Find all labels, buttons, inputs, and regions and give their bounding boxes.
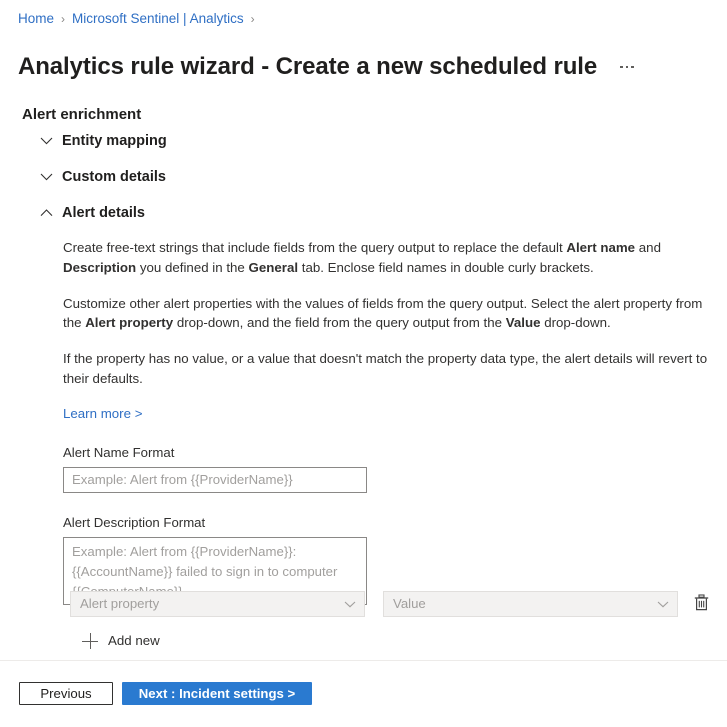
para2-part2: drop-down, and the field from the query … — [173, 315, 506, 330]
breadcrumb-separator-icon: › — [61, 10, 65, 28]
alert-property-row: Alert property Value — [70, 591, 712, 617]
value-dropdown-value: Value — [393, 594, 426, 614]
chevron-down-icon — [36, 167, 56, 187]
add-new-button[interactable]: Add new — [78, 629, 164, 653]
alert-enrichment-accordion: Entity mapping Custom details Alert deta… — [36, 128, 716, 236]
para1-part2: and — [635, 240, 661, 255]
delete-row-button[interactable] — [690, 592, 712, 616]
footer-divider — [0, 660, 727, 661]
ellipsis-dot — [626, 66, 629, 69]
previous-button[interactable]: Previous — [19, 682, 113, 705]
value-dropdown[interactable]: Value — [383, 591, 678, 617]
ellipsis-dot — [631, 66, 634, 69]
chevron-down-icon — [36, 131, 56, 151]
alert-name-format-input[interactable] — [63, 467, 367, 493]
breadcrumb-item-home[interactable]: Home — [18, 10, 54, 28]
para1-part3: you defined in the — [136, 260, 248, 275]
description-paragraph-2: Customize other alert properties with th… — [63, 294, 718, 333]
breadcrumb-item-sentinel-analytics[interactable]: Microsoft Sentinel | Analytics — [72, 10, 244, 28]
accordion-header-alert-details[interactable]: Alert details — [36, 200, 716, 226]
alert-description-format-label: Alert Description Format — [63, 514, 718, 532]
para2-bold-alert-property: Alert property — [85, 315, 173, 330]
alert-name-format-label: Alert Name Format — [63, 444, 718, 462]
alert-property-dropdown-value: Alert property — [80, 594, 159, 614]
accordion-label: Custom details — [62, 167, 166, 187]
para1-bold-description: Description — [63, 260, 136, 275]
para2-part3: drop-down. — [541, 315, 611, 330]
para1-part1: Create free-text strings that include fi… — [63, 240, 566, 255]
learn-more-link[interactable]: Learn more > — [63, 405, 142, 423]
para2-bold-value: Value — [506, 315, 541, 330]
next-incident-settings-button[interactable]: Next : Incident settings > — [122, 682, 312, 705]
alert-property-dropdown[interactable]: Alert property — [70, 591, 365, 617]
para1-bold-general: General — [249, 260, 299, 275]
breadcrumb-separator-icon: › — [251, 10, 255, 28]
description-paragraph-1: Create free-text strings that include fi… — [63, 238, 718, 277]
chevron-down-icon — [657, 598, 669, 610]
accordion-label: Alert details — [62, 203, 145, 223]
para1-part4: tab. Enclose field names in double curly… — [298, 260, 594, 275]
page-title: Analytics rule wizard - Create a new sch… — [18, 52, 597, 82]
breadcrumb: Home › Microsoft Sentinel | Analytics › — [18, 10, 262, 28]
accordion-header-custom-details[interactable]: Custom details — [36, 164, 716, 190]
chevron-down-icon — [344, 598, 356, 610]
accordion-header-entity-mapping[interactable]: Entity mapping — [36, 128, 716, 154]
page-header: Analytics rule wizard - Create a new sch… — [18, 36, 640, 98]
ellipsis-dot — [620, 66, 623, 69]
alert-details-panel: Create free-text strings that include fi… — [63, 238, 718, 605]
para1-bold-alert-name: Alert name — [566, 240, 635, 255]
more-options-icon[interactable] — [614, 54, 640, 80]
description-paragraph-3: If the property has no value, or a value… — [63, 349, 718, 388]
wizard-footer: Previous Next : Incident settings > — [19, 682, 312, 705]
trash-icon — [694, 594, 709, 614]
section-title-alert-enrichment: Alert enrichment — [22, 105, 141, 125]
plus-icon — [82, 633, 98, 649]
add-new-label: Add new — [108, 632, 160, 650]
chevron-up-icon — [36, 203, 56, 223]
accordion-label: Entity mapping — [62, 131, 167, 151]
alert-name-format-field: Alert Name Format — [63, 444, 718, 493]
